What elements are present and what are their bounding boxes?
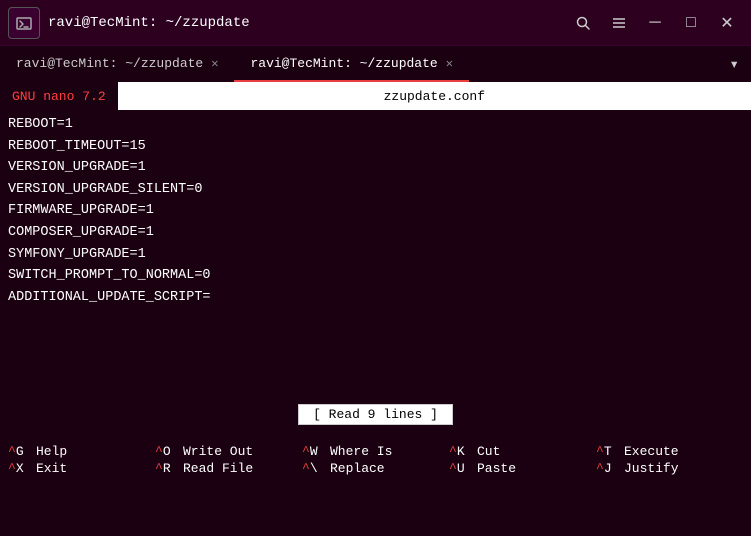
shortcut-desc: Where Is [330, 444, 392, 459]
shortcut-col-3: ^K Cut ^U Paste [449, 444, 596, 476]
shortcut-key: ^R [155, 461, 179, 476]
minimize-button[interactable]: ─ [639, 7, 671, 39]
editor-line: VERSION_UPGRADE_SILENT=0 [8, 179, 743, 201]
shortcut-key: ^G [8, 444, 32, 459]
shortcut-item-1-0: ^O Write Out [155, 444, 302, 459]
menu-button[interactable] [603, 7, 635, 39]
close-button[interactable]: ✕ [711, 7, 743, 39]
shortcut-col-2: ^W Where Is ^\ Replace [302, 444, 449, 476]
shortcut-col-1: ^O Write Out ^R Read File [155, 444, 302, 476]
shortcut-key: ^X [8, 461, 32, 476]
search-button[interactable] [567, 7, 599, 39]
maximize-button[interactable]: □ [675, 7, 707, 39]
shortcut-item-3-0: ^K Cut [449, 444, 596, 459]
tab-2[interactable]: ravi@TecMint: ~/zzupdate ✕ [234, 46, 468, 82]
terminal-icon [8, 7, 40, 39]
shortcut-item-2-0: ^W Where Is [302, 444, 449, 459]
shortcut-desc: Read File [183, 461, 253, 476]
shortcut-key: ^T [596, 444, 620, 459]
shortcut-key: ^U [449, 461, 473, 476]
editor-line: VERSION_UPGRADE=1 [8, 157, 743, 179]
editor-line: SWITCH_PROMPT_TO_NORMAL=0 [8, 265, 743, 287]
status-message: [ Read 9 lines ] [298, 404, 453, 425]
shortcut-item-0-1: ^X Exit [8, 461, 155, 476]
editor-area[interactable]: REBOOT=1REBOOT_TIMEOUT=15VERSION_UPGRADE… [0, 110, 751, 400]
shortcut-desc: Paste [477, 461, 516, 476]
shortcut-item-2-1: ^\ Replace [302, 461, 449, 476]
shortcut-col-4: ^T Execute ^J Justify [596, 444, 743, 476]
tab-1-label: ravi@TecMint: ~/zzupdate [16, 56, 203, 71]
shortcut-item-1-1: ^R Read File [155, 461, 302, 476]
statusbar: [ Read 9 lines ] [0, 400, 751, 428]
shortcut-col-0: ^G Help ^X Exit [8, 444, 155, 476]
editor-line: SYMFONY_UPGRADE=1 [8, 244, 743, 266]
shortcut-key: ^W [302, 444, 326, 459]
tab-1[interactable]: ravi@TecMint: ~/zzupdate ✕ [0, 46, 234, 82]
titlebar: ravi@TecMint: ~/zzupdate ─ □ ✕ [0, 0, 751, 46]
tab-1-close[interactable]: ✕ [211, 56, 218, 71]
shortcut-desc: Help [36, 444, 67, 459]
editor-line: REBOOT=1 [8, 114, 743, 136]
titlebar-left: ravi@TecMint: ~/zzupdate [8, 7, 250, 39]
window-title: ravi@TecMint: ~/zzupdate [48, 15, 250, 31]
nano-version: GNU nano 7.2 [0, 82, 118, 110]
shortcut-desc: Cut [477, 444, 500, 459]
shortcut-desc: Execute [624, 444, 679, 459]
editor-line: COMPOSER_UPGRADE=1 [8, 222, 743, 244]
editor-line: FIRMWARE_UPGRADE=1 [8, 200, 743, 222]
tab-dropdown[interactable]: ▾ [717, 46, 751, 82]
shortcut-key: ^J [596, 461, 620, 476]
editor-line: ADDITIONAL_UPDATE_SCRIPT= [8, 287, 743, 309]
shortcut-item-4-1: ^J Justify [596, 461, 743, 476]
shortcut-desc: Replace [330, 461, 385, 476]
shortcut-item-3-1: ^U Paste [449, 461, 596, 476]
nano-header: GNU nano 7.2 zzupdate.conf [0, 82, 751, 110]
nano-filename: zzupdate.conf [118, 82, 751, 110]
shortcut-item-0-0: ^G Help [8, 444, 155, 459]
tab-2-label: ravi@TecMint: ~/zzupdate [250, 56, 437, 71]
editor-line: REBOOT_TIMEOUT=15 [8, 136, 743, 158]
shortcut-key: ^O [155, 444, 179, 459]
tabbar: ravi@TecMint: ~/zzupdate ✕ ravi@TecMint:… [0, 46, 751, 82]
shortcut-desc: Exit [36, 461, 67, 476]
shortcut-key: ^\ [302, 461, 326, 476]
shortcut-desc: Write Out [183, 444, 253, 459]
shortcut-item-4-0: ^T Execute [596, 444, 743, 459]
tab-2-close[interactable]: ✕ [446, 56, 453, 71]
shortcut-bar: ^G Help ^X Exit ^O Write Out ^R Read File ^W Wher… [0, 428, 751, 492]
shortcut-key: ^K [449, 444, 473, 459]
window-controls: ─ □ ✕ [567, 7, 743, 39]
shortcut-desc: Justify [624, 461, 679, 476]
